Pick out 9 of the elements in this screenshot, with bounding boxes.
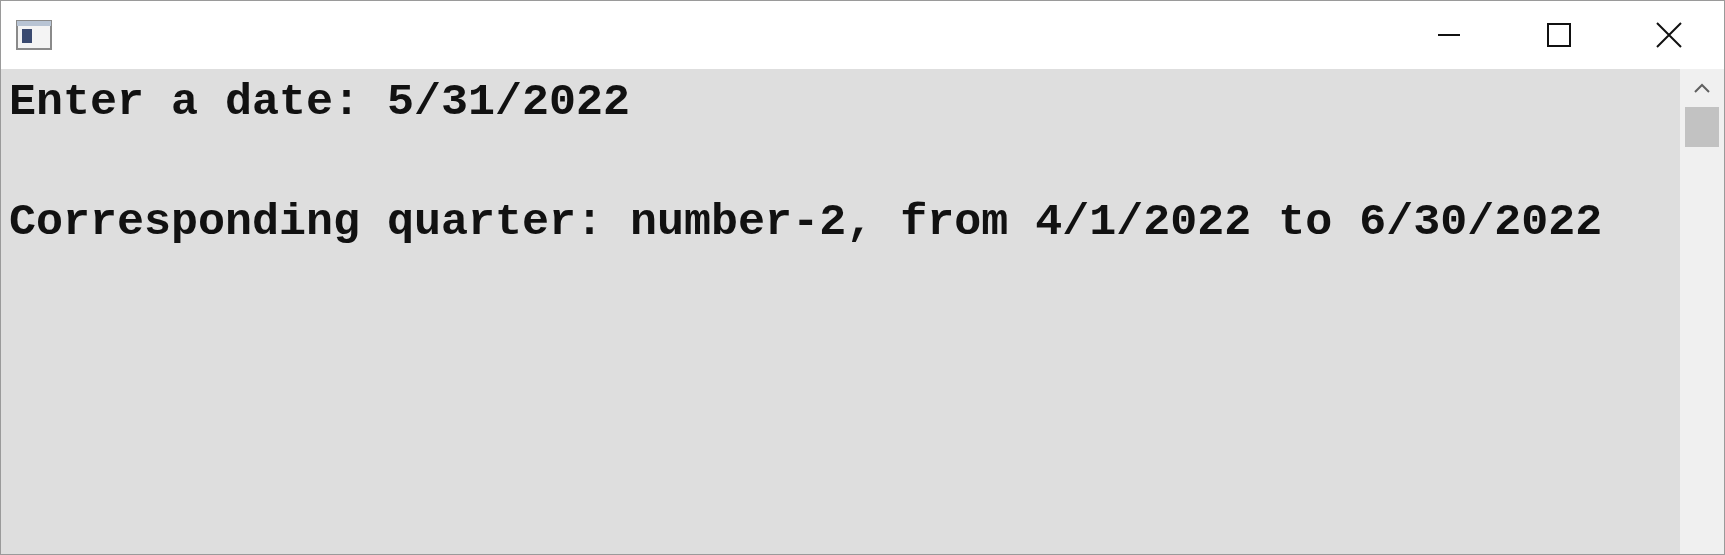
minimize-icon	[1438, 34, 1460, 36]
close-icon	[1656, 22, 1682, 48]
console-line: Corresponding quarter: number-2, from 4/1/2022 to 6/30/2022	[9, 196, 1603, 250]
scrollbar[interactable]	[1680, 69, 1724, 554]
console-app-icon	[16, 20, 52, 50]
console-line: Enter a date: 5/31/2022	[9, 76, 631, 130]
scrollbar-thumb[interactable]	[1685, 107, 1719, 147]
scroll-up-icon[interactable]	[1694, 83, 1710, 93]
maximize-icon	[1547, 23, 1571, 47]
